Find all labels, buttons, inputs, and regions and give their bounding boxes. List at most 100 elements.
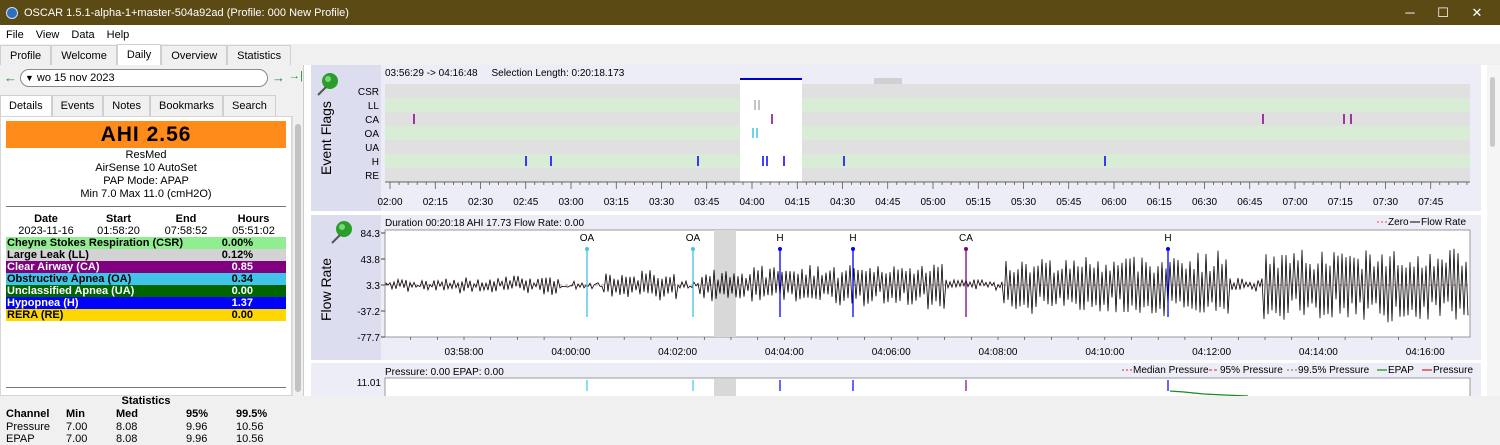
xaxis-tick-label: 05:00 xyxy=(920,197,945,208)
close-button[interactable]: ✕ xyxy=(1454,0,1500,25)
xaxis-tick-label: 04:04:00 xyxy=(765,347,804,358)
menu-data[interactable]: Data xyxy=(65,29,100,41)
divider xyxy=(6,387,286,388)
event-index-label: Hypopnea (H) xyxy=(7,297,79,309)
event-index-label: Cheyne Stokes Respiration (CSR) xyxy=(7,237,184,249)
xaxis-tick-label: 04:30 xyxy=(830,197,855,208)
stat-header: Channel xyxy=(6,408,50,420)
tab-events[interactable]: Events xyxy=(51,95,104,116)
pressure-header: Pressure: 0.00 EPAP: 0.00 xyxy=(385,367,504,378)
flow-rate-legend: Zero Flow Rate xyxy=(1377,217,1466,228)
event-marker-label: H xyxy=(849,233,856,244)
details-scrollbar[interactable] xyxy=(292,116,303,396)
statistics-header-row: Channel Min Med 95% 99.5% xyxy=(6,408,286,420)
stat-cell: 10.56 xyxy=(236,433,264,445)
event-index-label: Unclassified Apnea (UA) xyxy=(7,285,135,297)
menu-view[interactable]: View xyxy=(30,29,66,41)
previous-day-icon[interactable]: ← xyxy=(4,70,17,85)
event-marker-dot xyxy=(851,247,855,251)
gap-marker xyxy=(874,78,902,84)
session-date: 2023-11-16 xyxy=(18,225,74,237)
yaxis-tick-label: -77.7 xyxy=(357,333,380,344)
stat-cell: 9.96 xyxy=(186,421,208,433)
detail-tabs: Details Events Notes Bookmarks Search xyxy=(0,95,276,116)
statistics-title: Statistics xyxy=(121,395,171,407)
legend-label: Pressure xyxy=(1433,365,1473,376)
xaxis-tick-label: 06:15 xyxy=(1147,197,1172,208)
last-day-icon[interactable]: →| xyxy=(289,70,303,82)
xaxis-tick-label: 03:15 xyxy=(604,197,629,208)
flag-row-label: OA xyxy=(365,129,380,140)
tab-profile[interactable]: Profile xyxy=(0,45,52,65)
tab-welcome[interactable]: Welcome xyxy=(51,45,117,65)
flag-row-label: UA xyxy=(365,143,379,154)
tab-bookmarks[interactable]: Bookmarks xyxy=(150,95,224,116)
chevron-down-icon[interactable]: ▼ xyxy=(25,73,34,83)
session-row[interactable]: 2023-11-16 01:58:20 07:58:52 05:51:02 xyxy=(6,225,286,237)
event-marker-dot xyxy=(691,247,695,251)
event-flags-rows: CSR LL CA OA UA H RE xyxy=(358,78,1470,182)
scrollbar-thumb[interactable] xyxy=(1490,77,1495,147)
menu-help[interactable]: Help xyxy=(101,29,136,41)
main-tabs: Profile Welcome Daily Overview Statistic… xyxy=(0,44,292,65)
stat-cell: 8.08 xyxy=(116,433,138,445)
tab-overview[interactable]: Overview xyxy=(161,45,228,65)
event-index-row[interactable]: Clear Airway (CA) 0.85 xyxy=(6,261,286,273)
yaxis-tick-label: 3.3 xyxy=(366,281,380,292)
flag-row-bg xyxy=(385,168,1470,182)
event-index-value: 0.12% xyxy=(221,249,253,261)
scrollbar-thumb[interactable] xyxy=(295,124,301,392)
xaxis-tick-label: 07:00 xyxy=(1282,197,1307,208)
event-index-row[interactable]: Hypopnea (H) 1.37 xyxy=(6,297,286,309)
flag-row-bg xyxy=(385,84,1470,98)
flag-row-label: RE xyxy=(365,171,379,182)
xaxis-tick-label: 03:58:00 xyxy=(445,347,484,358)
window-title: OSCAR 1.5.1-alpha-1+master-504a92ad (Pro… xyxy=(24,6,349,19)
xaxis-tick-label: 07:15 xyxy=(1328,197,1353,208)
event-index-row[interactable]: Cheyne Stokes Respiration (CSR) 0.00% xyxy=(6,237,286,249)
xaxis-tick-label: 03:30 xyxy=(649,197,674,208)
divider xyxy=(6,206,286,207)
event-index-row[interactable]: Obstructive Apnea (OA) 0.34 xyxy=(6,273,286,285)
session-start: 01:58:20 xyxy=(97,225,140,237)
xaxis-tick-label: 02:15 xyxy=(423,197,448,208)
xaxis-tick-label: 04:45 xyxy=(875,197,900,208)
event-index-row[interactable]: Large Leak (LL) 0.12% xyxy=(6,249,286,261)
stat-header: 95% xyxy=(186,408,209,420)
event-index-row[interactable]: Unclassified Apnea (UA) 0.00 xyxy=(6,285,286,297)
stat-cell: Pressure xyxy=(6,421,51,433)
flag-row-bg xyxy=(385,112,1470,126)
stat-header: Min xyxy=(66,408,85,420)
machine-info: ResMed AirSense 10 AutoSet PAP Mode: APA… xyxy=(6,149,286,201)
tab-daily[interactable]: Daily xyxy=(116,44,162,65)
details-panel: AHI 2.56 ResMed AirSense 10 AutoSet PAP … xyxy=(0,116,292,445)
event-marker-dot xyxy=(964,247,968,251)
tab-statistics[interactable]: Statistics xyxy=(227,45,292,65)
legend-label: 95% Pressure xyxy=(1220,365,1283,376)
next-day-icon[interactable]: → xyxy=(272,70,285,85)
event-marker-label: H xyxy=(776,233,783,244)
selection-window[interactable] xyxy=(740,78,802,182)
tab-search[interactable]: Search xyxy=(223,95,276,116)
event-marker-label: H xyxy=(1164,233,1171,244)
event-index-row[interactable]: RERA (RE) 0.00 xyxy=(6,309,286,321)
flag-row-bg xyxy=(385,140,1470,154)
xaxis-tick-label: 04:06:00 xyxy=(872,347,911,358)
xaxis-tick-label: 04:10:00 xyxy=(1085,347,1124,358)
legend-zero: Zero xyxy=(1388,217,1409,228)
xaxis-tick-label: 04:00 xyxy=(739,197,764,208)
date-picker[interactable]: ▼ wo 15 nov 2023 xyxy=(20,69,268,87)
yaxis-tick-label: -37.2 xyxy=(357,307,380,318)
menu-file[interactable]: File xyxy=(0,29,30,41)
graphs-scrollbar[interactable] xyxy=(1487,65,1500,396)
flag-row-label: CA xyxy=(365,115,379,126)
tab-details[interactable]: Details xyxy=(0,95,52,116)
tab-notes[interactable]: Notes xyxy=(103,95,151,116)
xaxis-tick-label: 05:15 xyxy=(966,197,991,208)
xaxis-tick-label: 06:00 xyxy=(1101,197,1126,208)
app-icon xyxy=(6,6,18,19)
pressure-plot[interactable] xyxy=(384,377,1471,404)
graphs-canvas[interactable]: Event Flags 03:56:29 -> 04:16:48 Selecti… xyxy=(304,65,1488,404)
event-marker-label: OA xyxy=(580,233,595,244)
event-index-label: Large Leak (LL) xyxy=(7,249,89,261)
